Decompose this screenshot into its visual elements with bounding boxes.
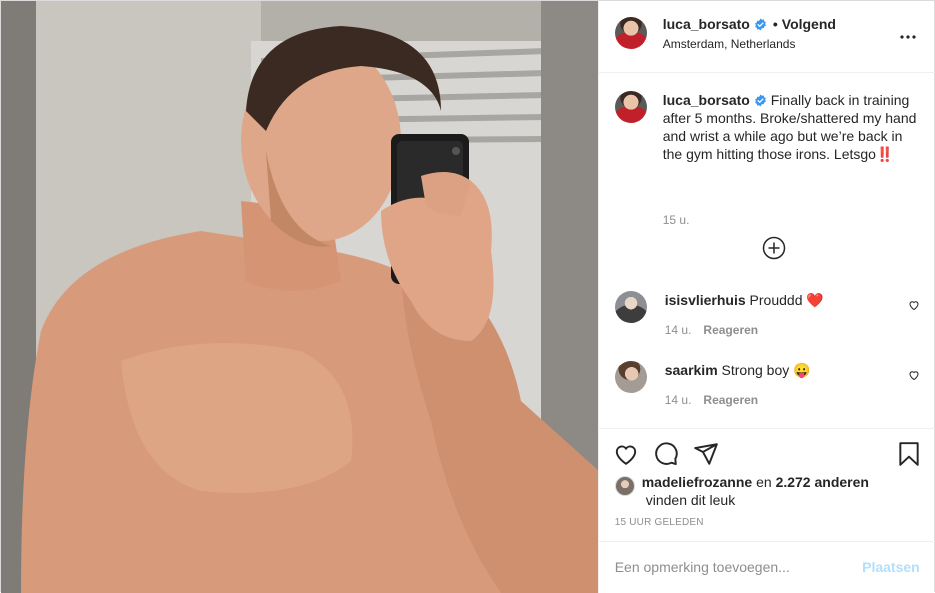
header-username[interactable]: luca_borsato [663, 16, 750, 32]
comment-text: Strong boy 😛 [721, 362, 811, 378]
reply-button[interactable]: Reageren [703, 323, 758, 337]
likes-line: madeliefrozanne en 2.272 anderen [642, 473, 869, 491]
comment-text-line: saarkim Strong boy 😛 [665, 361, 811, 379]
first-liker-link[interactable]: madeliefrozanne [642, 474, 752, 490]
comment-avatar[interactable] [614, 361, 647, 393]
comments-list[interactable]: luca_borsato Finally back in training af… [599, 73, 935, 428]
comment-avatar[interactable] [614, 291, 647, 323]
share-paper-plane-icon[interactable] [693, 441, 719, 467]
header-user-line: luca_borsato • Volgend [663, 16, 836, 32]
likes-connector: en [756, 474, 772, 490]
header-separator: • [772, 16, 778, 32]
caption-time: 15 u. [662, 213, 690, 227]
likes-suffix: vinden dit leuk [645, 492, 736, 508]
heart-outline-icon[interactable] [908, 369, 920, 381]
plus-circle-icon [762, 236, 785, 260]
comment-meta: 14 u. Reageren [665, 323, 758, 337]
comment-item: isisvlierhuis Prouddd ❤️ 14 u. Reageren [614, 291, 920, 341]
liker-avatar[interactable] [614, 476, 635, 496]
comment-item: saarkim Strong boy 😛 14 u. Reageren [614, 361, 920, 411]
bookmark-icon[interactable] [896, 441, 922, 467]
post-header: luca_borsato • Volgend Amsterdam, Netherla… [598, 1, 935, 73]
load-more-comments-button[interactable] [762, 236, 786, 260]
more-horizontal-icon [900, 35, 916, 39]
like-heart-icon[interactable] [613, 441, 639, 467]
comment-time: 14 u. [664, 393, 692, 407]
comment-input[interactable] [614, 559, 835, 575]
caption-username[interactable]: luca_borsato [663, 92, 750, 108]
verified-badge-icon [754, 18, 766, 31]
comment-bubble-icon[interactable] [653, 441, 679, 467]
comment-username[interactable]: saarkim [665, 362, 718, 378]
heart-outline-icon[interactable] [908, 299, 920, 311]
comment-time: 14 u. [664, 323, 692, 337]
post-sidebar: luca_borsato • Volgend Amsterdam, Netherla… [597, 1, 935, 593]
comment-text-line: isisvlierhuis Prouddd ❤️ [665, 291, 824, 309]
caption-text-block: luca_borsato Finally back in training af… [663, 91, 925, 163]
comment-meta: 14 u. Reageren [665, 393, 758, 407]
mirror-selfie-image [1, 1, 598, 593]
post-comment-button[interactable]: Plaatsen [862, 559, 920, 575]
verified-badge-icon [754, 94, 766, 107]
add-comment-bar: Plaatsen [598, 541, 935, 593]
follow-status-button[interactable]: Volgend [782, 16, 836, 32]
avatar[interactable] [614, 17, 647, 49]
post-photo[interactable] [1, 1, 598, 593]
more-options-button[interactable] [896, 25, 920, 49]
post-timestamp[interactable]: 15 UUR GELEDEN [615, 517, 704, 528]
comment-text: Prouddd ❤️ [749, 292, 824, 308]
instagram-post: luca_borsato • Volgend Amsterdam, Netherla… [0, 0, 935, 593]
caption-avatar[interactable] [614, 91, 647, 123]
reply-button[interactable]: Reageren [703, 393, 758, 407]
comment-username[interactable]: isisvlierhuis [665, 292, 746, 308]
location-link[interactable]: Amsterdam, Netherlands [663, 37, 796, 51]
likes-count-link[interactable]: 2.272 anderen [776, 474, 869, 490]
